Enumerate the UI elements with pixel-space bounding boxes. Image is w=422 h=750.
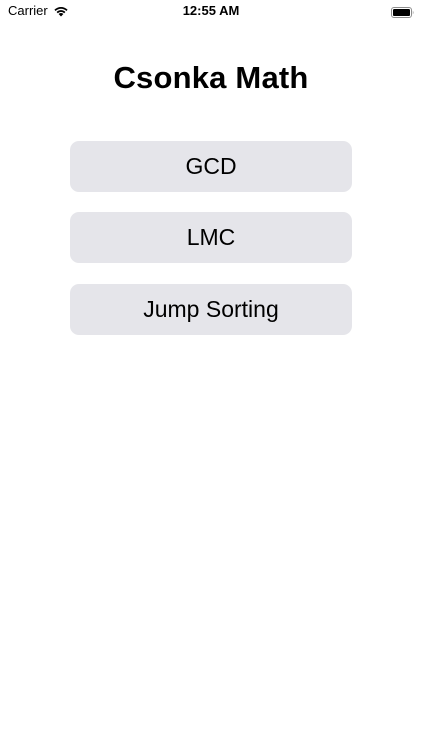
status-bar: Carrier 12:55 AM xyxy=(0,0,422,22)
status-time: 12:55 AM xyxy=(182,3,240,18)
menu-button-list: GCD LMC Jump Sorting xyxy=(70,141,352,355)
lmc-button[interactable]: LMC xyxy=(70,212,352,263)
gcd-button[interactable]: GCD xyxy=(70,141,352,192)
battery-icon xyxy=(391,5,414,18)
page-title: Csonka Math xyxy=(113,60,309,95)
jump-sorting-button[interactable]: Jump Sorting xyxy=(70,284,352,335)
